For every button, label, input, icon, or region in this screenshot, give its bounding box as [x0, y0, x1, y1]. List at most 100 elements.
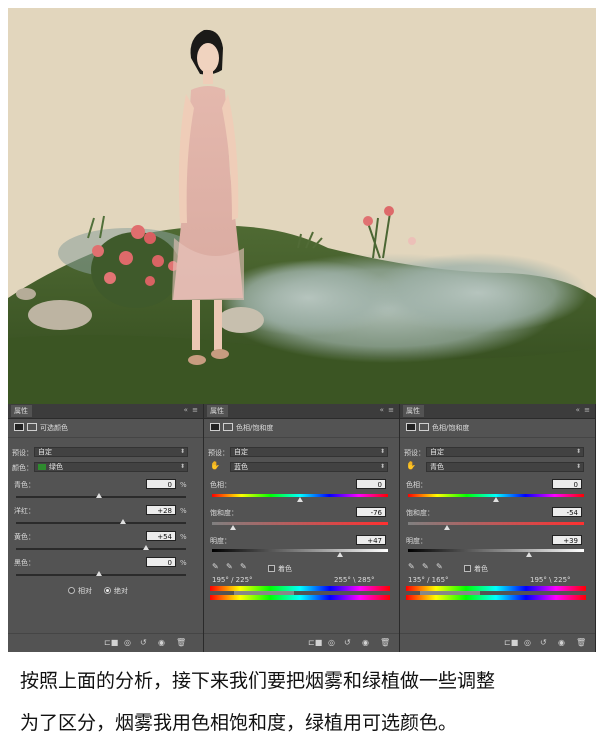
channel-select[interactable]: 蓝色 ⬍ — [230, 462, 388, 472]
eyedropper-plus-icon[interactable]: ✎ — [226, 562, 233, 571]
preset-value: 自定 — [234, 448, 248, 456]
lightness-slider-track[interactable] — [212, 549, 388, 552]
cyan-value-input[interactable]: 0 — [146, 479, 176, 489]
saturation-value-input[interactable]: -54 — [552, 507, 582, 517]
visibility-eye-icon[interactable]: ◉ — [362, 638, 369, 647]
hue-value-input[interactable]: 0 — [552, 479, 582, 489]
caption-line-1: 按照上面的分析，接下来我们要把烟雾和绿植做一些调整 — [20, 670, 496, 692]
lightness-slider-track[interactable] — [408, 549, 584, 552]
absolute-radio[interactable] — [104, 587, 111, 594]
eyedropper-icon[interactable]: ✎ — [408, 562, 415, 571]
eyedropper-minus-icon[interactable]: ✎ — [436, 562, 443, 571]
saturation-slider-thumb[interactable] — [444, 525, 450, 530]
panel-menu-icon[interactable]: « ≡ — [380, 406, 395, 414]
yellow-label: 黄色： — [14, 533, 35, 541]
preset-select[interactable]: 自定 ⬍ — [426, 447, 584, 457]
chevron-down-icon: ⬍ — [179, 463, 185, 470]
mask-icon[interactable] — [419, 423, 429, 431]
yellow-slider-thumb[interactable] — [143, 545, 149, 550]
view-previous-icon[interactable]: ◎ — [124, 638, 131, 647]
preset-label: 预设： — [208, 449, 229, 457]
yellow-slider-track[interactable] — [16, 548, 186, 550]
hue-slider-thumb[interactable] — [297, 497, 303, 502]
lightness-value-input[interactable]: +39 — [552, 535, 582, 545]
percent-unit: % — [180, 481, 187, 489]
hue-saturation-panel-cyan: 属性 « ≡ 色相/饱和度 预设： 自定 ⬍ ✋ 青色 ⬍ 色相： 0 饱和度： -… — [400, 404, 596, 652]
clip-to-layer-icon[interactable]: ⊏■ — [504, 638, 518, 647]
saturation-slider-thumb[interactable] — [230, 525, 236, 530]
preset-value: 自定 — [38, 448, 52, 456]
black-slider-thumb[interactable] — [96, 571, 102, 576]
tab-properties[interactable]: 属性 — [11, 405, 32, 417]
hand-target-icon[interactable]: ✋ — [406, 461, 416, 470]
clip-to-layer-icon[interactable]: ⊏■ — [104, 638, 118, 647]
cyan-label: 青色： — [14, 481, 35, 489]
trash-icon[interactable]: 🗑 — [176, 638, 186, 647]
trash-icon[interactable]: 🗑 — [380, 638, 390, 647]
panel-title: 色相/饱和度 — [432, 424, 470, 432]
color-range-bar-bottom — [406, 595, 586, 600]
visibility-eye-icon[interactable]: ◉ — [158, 638, 165, 647]
magenta-slider-thumb[interactable] — [120, 519, 126, 524]
lightness-value-input[interactable]: +47 — [356, 535, 386, 545]
percent-unit: % — [180, 507, 187, 515]
lightness-slider-thumb[interactable] — [526, 552, 532, 557]
reset-icon[interactable]: ↺ — [540, 638, 547, 647]
chevron-down-icon: ⬍ — [575, 463, 581, 470]
panel-menu-icon[interactable]: « ≡ — [576, 406, 591, 414]
reset-icon[interactable]: ↺ — [140, 638, 147, 647]
lightness-slider-thumb[interactable] — [337, 552, 343, 557]
preset-select[interactable]: 自定 ⬍ — [34, 447, 188, 457]
mask-icon[interactable] — [27, 423, 37, 431]
reset-icon[interactable]: ↺ — [344, 638, 351, 647]
panel-header: 色相/饱和度 — [400, 419, 595, 438]
adjustment-layer-icon — [210, 423, 220, 431]
saturation-value-input[interactable]: -76 — [356, 507, 386, 517]
range-right: 195° \ 225° — [530, 576, 571, 584]
preset-select[interactable]: 自定 ⬍ — [230, 447, 388, 457]
tab-properties[interactable]: 属性 — [403, 405, 424, 417]
magenta-value-input[interactable]: +28 — [146, 505, 176, 515]
color-label: 颜色： — [12, 464, 33, 472]
visibility-eye-icon[interactable]: ◉ — [558, 638, 565, 647]
eyedropper-plus-icon[interactable]: ✎ — [422, 562, 429, 571]
hue-label: 色相： — [406, 481, 427, 489]
panel-title: 可选颜色 — [40, 424, 68, 432]
saturation-slider-track[interactable] — [212, 522, 388, 525]
black-value-input[interactable]: 0 — [146, 557, 176, 567]
range-left: 135° / 165° — [408, 576, 449, 584]
view-previous-icon[interactable]: ◎ — [524, 638, 531, 647]
hue-slider-thumb[interactable] — [493, 497, 499, 502]
channel-select[interactable]: 青色 ⬍ — [426, 462, 584, 472]
adjustment-layer-icon — [406, 423, 416, 431]
channel-value: 青色 — [430, 463, 444, 471]
magenta-label: 洋红： — [14, 507, 35, 515]
colorize-label: 着色 — [474, 565, 488, 573]
hue-value-input[interactable]: 0 — [356, 479, 386, 489]
trash-icon[interactable]: 🗑 — [576, 638, 586, 647]
clip-to-layer-icon[interactable]: ⊏■ — [308, 638, 322, 647]
relative-radio[interactable] — [68, 587, 75, 594]
panel-tab-bar: 属性 « ≡ — [204, 404, 399, 419]
eyedropper-icon[interactable]: ✎ — [212, 562, 219, 571]
eyedropper-minus-icon[interactable]: ✎ — [240, 562, 247, 571]
percent-unit: % — [180, 533, 187, 541]
view-previous-icon[interactable]: ◎ — [328, 638, 335, 647]
color-select[interactable]: 绿色 ⬍ — [34, 462, 188, 472]
panel-menu-icon[interactable]: « ≡ — [184, 406, 199, 414]
yellow-value-input[interactable]: +54 — [146, 531, 176, 541]
colorize-label: 着色 — [278, 565, 292, 573]
lightness-label: 明度： — [406, 537, 427, 545]
hand-target-icon[interactable]: ✋ — [210, 461, 220, 470]
saturation-slider-track[interactable] — [408, 522, 584, 525]
magenta-slider-track[interactable] — [16, 522, 186, 524]
saturation-label: 饱和度： — [406, 509, 434, 517]
colorize-checkbox[interactable] — [268, 565, 275, 572]
chevron-down-icon: ⬍ — [179, 448, 185, 455]
colorize-checkbox[interactable] — [464, 565, 471, 572]
cyan-slider-thumb[interactable] — [96, 493, 102, 498]
mask-icon[interactable] — [223, 423, 233, 431]
tab-properties[interactable]: 属性 — [207, 405, 228, 417]
preset-label: 预设： — [12, 449, 33, 457]
color-range-bar-bottom — [210, 595, 390, 600]
